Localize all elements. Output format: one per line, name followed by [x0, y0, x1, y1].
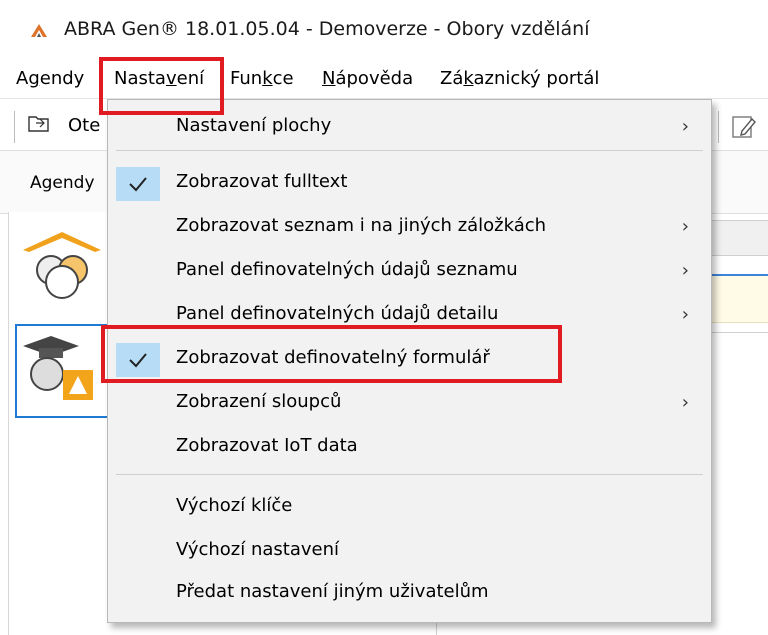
menu-item[interactable]: Výchozí nastavení [108, 532, 711, 572]
agendy-label: Agendy [30, 173, 95, 193]
menu-item[interactable]: Panel definovatelných údajů seznamu › [108, 252, 711, 292]
menu-item-label: Zobrazovat fulltext [176, 171, 348, 192]
chevron-right-icon: › [681, 116, 689, 137]
checkmark-icon [116, 167, 160, 201]
menu-item-label: Panel definovatelných údajů detailu [176, 303, 499, 324]
menu-item-label: Výchozí klíče [176, 495, 293, 516]
menu-separator [116, 150, 703, 151]
menu-funkce[interactable]: Funkce [230, 68, 294, 89]
toolbar-separator [14, 111, 15, 143]
menu-item-label: Nastavení plochy [176, 115, 332, 136]
students-icon [23, 232, 101, 299]
menu-item-label: Panel definovatelných údajů seznamu [176, 259, 518, 280]
menu-zakaznicky-portal[interactable]: Zákaznický portál [440, 68, 599, 89]
menu-item[interactable]: Zobrazení sloupců › [108, 384, 711, 424]
toolbar-separator [718, 111, 719, 143]
agenda-tile-students[interactable] [15, 222, 109, 316]
menu-item-label: Zobrazovat IoT data [176, 435, 358, 456]
agenda-panel [8, 212, 111, 635]
menu-item-label: Výchozí nastavení [176, 539, 340, 560]
menu-item[interactable]: Zobrazovat seznam i na jiných záložkách › [108, 208, 711, 248]
menu-item[interactable]: Zobrazovat fulltext [108, 164, 711, 204]
chevron-right-icon: › [681, 216, 689, 237]
menu-item[interactable]: Předat nastavení jiným uživatelům [108, 574, 711, 614]
highlight-definable-form [101, 325, 562, 383]
abra-logo-icon [31, 24, 47, 37]
menu-item-label: Zobrazovat seznam i na jiných záložkách [176, 215, 547, 236]
menu-item-label: Zobrazení sloupců [176, 391, 342, 412]
row-divider [712, 332, 768, 333]
folder-open-icon [28, 116, 49, 132]
menu-item-label: Předat nastavení jiným uživatelům [176, 581, 489, 602]
edit-icon[interactable] [730, 113, 758, 141]
chevron-right-icon: › [681, 260, 689, 281]
menu-napoveda[interactable]: Nápověda [322, 68, 413, 89]
content-tab[interactable] [706, 220, 768, 256]
chevron-right-icon: › [681, 304, 689, 325]
title-bar: ABRA Gen® 18.01.05.04 - Demoverze - Obor… [0, 0, 768, 58]
menu-separator [116, 474, 703, 475]
menu-item[interactable]: Zobrazovat IoT data [108, 428, 711, 468]
chevron-right-icon: › [681, 392, 689, 413]
menu-item[interactable]: Výchozí klíče [108, 488, 711, 528]
window-title: ABRA Gen® 18.01.05.04 - Demoverze - Obor… [64, 18, 590, 40]
agenda-tile-obory[interactable] [15, 324, 109, 418]
open-button-label: Ote [68, 115, 101, 136]
fulltext-row[interactable] [712, 276, 768, 323]
menu-agendy[interactable]: Agendy [16, 68, 84, 89]
highlight-menu-nastaveni [99, 57, 224, 115]
graduation-icon [23, 336, 93, 400]
